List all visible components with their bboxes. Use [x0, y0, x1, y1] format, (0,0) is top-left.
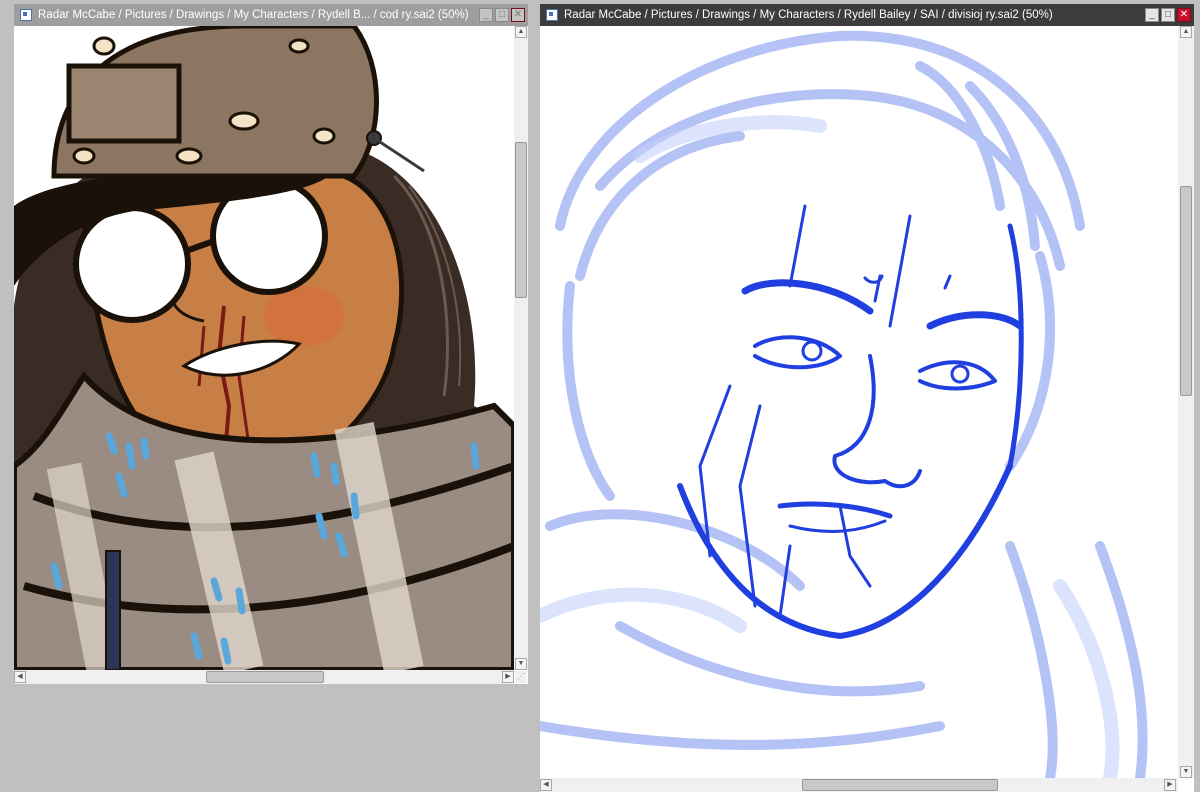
- right-vertical-scroll-thumb[interactable]: [1180, 186, 1192, 396]
- sai-document-icon: [546, 9, 558, 21]
- scroll-down-icon[interactable]: ▼: [515, 658, 527, 670]
- right-horizontal-scrollbar[interactable]: ◀ ▶: [540, 778, 1178, 792]
- scroll-up-icon[interactable]: ▲: [515, 26, 527, 38]
- right-window-titlebar[interactable]: Radar McCabe / Pictures / Drawings / My …: [540, 4, 1194, 26]
- right-canvas-window[interactable]: Radar McCabe / Pictures / Drawings / My …: [540, 4, 1194, 792]
- close-icon[interactable]: ✕: [511, 8, 525, 22]
- scroll-left-icon[interactable]: ◀: [540, 779, 552, 791]
- left-horizontal-scroll-thumb[interactable]: [206, 671, 324, 683]
- minimize-icon[interactable]: _: [1145, 8, 1159, 22]
- sketch-character-artwork: [540, 26, 1178, 778]
- left-horizontal-scrollbar[interactable]: ◀ ▶: [14, 670, 514, 684]
- colored-character-artwork: [14, 26, 514, 670]
- left-window-title: Radar McCabe / Pictures / Drawings / My …: [38, 9, 469, 21]
- minimize-icon[interactable]: _: [479, 8, 493, 22]
- left-window-titlebar[interactable]: Radar McCabe / Pictures / Drawings / My …: [14, 4, 528, 26]
- scroll-right-icon[interactable]: ▶: [502, 671, 514, 683]
- right-vertical-scrollbar[interactable]: ▲ ▼: [1178, 26, 1194, 778]
- scroll-left-icon[interactable]: ◀: [14, 671, 26, 683]
- scroll-right-icon[interactable]: ▶: [1164, 779, 1176, 791]
- close-icon[interactable]: ✕: [1177, 8, 1191, 22]
- left-vertical-scroll-thumb[interactable]: [515, 142, 527, 298]
- resize-grip-icon[interactable]: ⋰: [515, 671, 527, 683]
- maximize-icon[interactable]: □: [495, 8, 509, 22]
- maximize-icon[interactable]: □: [1161, 8, 1175, 22]
- right-window-title: Radar McCabe / Pictures / Drawings / My …: [564, 9, 1053, 21]
- sai-document-icon: [20, 9, 32, 21]
- right-horizontal-scroll-thumb[interactable]: [802, 779, 998, 791]
- scroll-up-icon[interactable]: ▲: [1180, 26, 1192, 38]
- right-drawing-canvas[interactable]: [540, 26, 1178, 778]
- left-canvas-window[interactable]: Radar McCabe / Pictures / Drawings / My …: [14, 4, 528, 684]
- left-drawing-canvas[interactable]: [14, 26, 514, 670]
- left-vertical-scrollbar[interactable]: ▲ ▼: [514, 26, 528, 670]
- scroll-down-icon[interactable]: ▼: [1180, 766, 1192, 778]
